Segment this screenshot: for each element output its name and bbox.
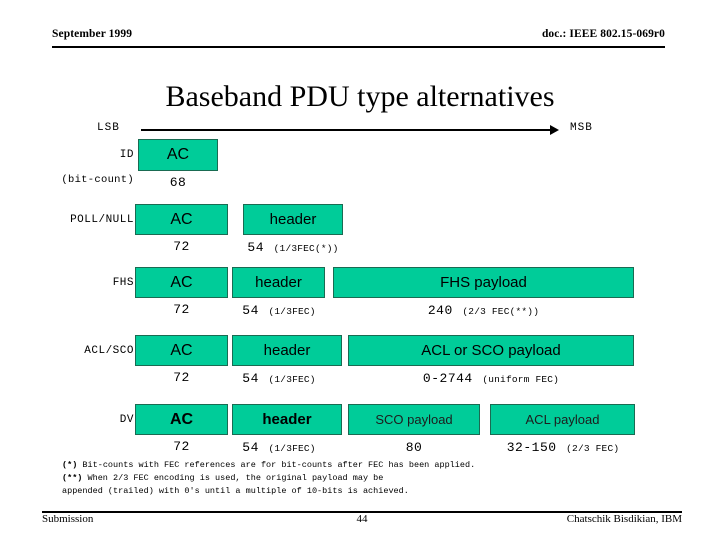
field-count-aclsco-payload: 0-2744 (uniform FEC) (348, 369, 634, 387)
footnote-dstar-text: When 2/3 FEC encoding is used, the origi… (82, 473, 384, 483)
field-count-fhs-ac: 72 (135, 300, 228, 318)
bit-order-axis-arrowhead-icon (550, 125, 559, 135)
footnote-dstar-marker: (**) (62, 473, 83, 483)
field-fec-note: (1/3FEC) (268, 374, 316, 385)
row-label-fhs: FHS (112, 277, 134, 289)
slide: September 1999 doc.: IEEE 802.15-069r0 B… (0, 0, 720, 540)
field-box-pollnull-ac[interactable]: AC (135, 204, 228, 235)
field-count-aclsco-header: 54 (1/3FEC) (220, 369, 338, 387)
field-count-value: 54 (242, 440, 259, 455)
field-count-fhs-payload: 240 (2/3 FEC(**)) (333, 301, 634, 319)
field-count-aclsco-ac: 72 (135, 368, 228, 386)
field-box-dv-ac[interactable]: AC (135, 404, 228, 435)
field-box-aclsco-ac[interactable]: AC (135, 335, 228, 366)
field-count-dv-ac: 72 (135, 437, 228, 455)
field-box-aclsco-header[interactable]: header (232, 335, 342, 366)
field-fec-note: (1/3FEC) (268, 306, 316, 317)
footnotes: (*) Bit-counts with FEC references are f… (62, 459, 682, 498)
field-count-value: 240 (427, 303, 453, 318)
row-label-poll-null: POLL/NULL (70, 214, 134, 226)
field-box-dv-header[interactable]: header (232, 404, 342, 435)
footnote-star-marker: (*) (62, 460, 78, 470)
field-fec-note: (1/3FEC(*)) (273, 243, 339, 254)
field-fec-note: (1/3FEC) (268, 443, 316, 454)
field-count-value: 72 (173, 439, 190, 454)
field-count-value: 54 (247, 240, 265, 255)
row-label-id: ID (119, 149, 134, 161)
field-count-dv-header: 54 (1/3FEC) (220, 438, 338, 456)
field-count-value: 72 (173, 302, 190, 317)
field-count-dv-acl-payload: 32-150 (2/3 FEC) (478, 438, 648, 456)
field-fec-note: (uniform FEC) (482, 374, 560, 385)
field-count-fhs-header: 54 (1/3FEC) (220, 301, 338, 319)
field-box-fhs-header[interactable]: header (232, 267, 325, 298)
axis-label-msb: MSB (570, 122, 593, 134)
field-box-fhs-payload[interactable]: FHS payload (333, 267, 634, 298)
field-count-pollnull-header: 54 (1/3FEC(*)) (228, 238, 358, 256)
field-box-pollnull-header[interactable]: header (243, 204, 343, 235)
field-count-value: 68 (169, 175, 187, 190)
row-sublabel-bit-count: (bit-count) (61, 174, 134, 186)
field-count-value: 0-2744 (422, 371, 473, 386)
field-box-fhs-ac[interactable]: AC (135, 267, 228, 298)
field-count-value: 72 (173, 239, 190, 254)
row-label-dv: DV (119, 414, 134, 426)
footer-author: Chatschik Bisdikian, IBM (566, 513, 682, 525)
field-box-dv-acl-payload[interactable]: ACL payload (490, 404, 635, 435)
field-count-value: 80 (405, 440, 423, 455)
bit-order-axis-line (141, 129, 551, 131)
footnote-star-text: Bit-counts with FEC references are for b… (77, 460, 476, 470)
slide-footer: Submission 44 Chatschik Bisdikian, IBM (42, 513, 682, 529)
field-count-value: 32-150 (506, 440, 557, 455)
field-count-pollnull-ac: 72 (135, 237, 228, 255)
field-fec-note: (2/3 FEC) (566, 443, 620, 454)
field-count-value: 54 (242, 303, 259, 318)
footnote-dstar: (**) When 2/3 FEC encoding is used, the … (62, 472, 682, 485)
row-label-acl-sco: ACL/SCO (84, 345, 134, 357)
axis-label-lsb: LSB (97, 122, 120, 134)
field-count-value: 72 (173, 370, 190, 385)
field-box-aclsco-payload[interactable]: ACL or SCO payload (348, 335, 634, 366)
field-count-value: 54 (242, 371, 259, 386)
field-box-id-ac[interactable]: AC (138, 139, 218, 171)
field-box-dv-sco-payload[interactable]: SCO payload (348, 404, 480, 435)
footnote-star: (*) Bit-counts with FEC references are f… (62, 459, 682, 472)
footnote-dstar-line2: appended (trailed) with 0's until a mult… (62, 486, 409, 496)
field-count-dv-sco-payload: 80 (348, 438, 480, 456)
field-count-id-ac: 68 (138, 173, 218, 191)
field-fec-note: (2/3 FEC(**)) (462, 306, 540, 317)
